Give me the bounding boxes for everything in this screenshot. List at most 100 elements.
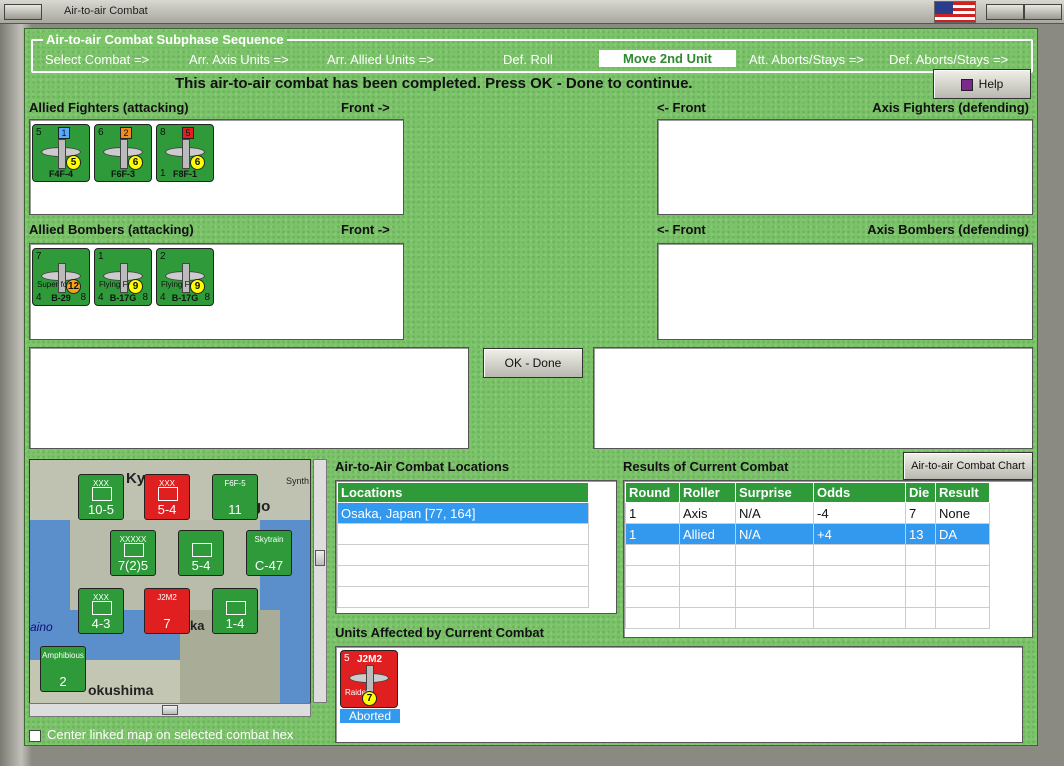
counter-factor: 9 [190,279,205,294]
col-round: Round [625,482,680,503]
result-cell: None [935,502,990,524]
sequence-legend: Air-to-air Combat Subphase Sequence [43,32,287,47]
result-cell: +4 [813,523,906,545]
col-surprise: Surprise [735,482,814,503]
counter-factor: 12 [66,279,81,294]
step-select-combat: Select Combat => [45,52,150,67]
unit-counter[interactable]: 7 Super fort 12 4 B-29 8 [32,248,90,306]
linked-map[interactable]: Ky go Synth ka aino okushima XXX 10-5 XXX… [29,459,311,715]
map-unit[interactable]: F6F-5 11 [212,474,258,520]
unit-value: C-47 [254,558,284,573]
unit-value: 7 [163,616,171,631]
armor-icon [124,543,144,557]
result-row[interactable]: 1 Allied N/A +4 13 DA [625,523,990,545]
step-move-2nd-unit: Move 2nd Unit [599,50,736,67]
ok-done-button[interactable]: OK - Done [483,348,583,378]
axis-fighters-front: <- Front [657,100,706,115]
map-unit[interactable]: Amphibious 2 [40,646,86,692]
axis-bombers-box[interactable] [657,243,1033,340]
axis-fighters-box[interactable] [657,119,1033,215]
counter-top-left: 6 [98,127,104,138]
fighter-icon [349,665,389,695]
paratrooper-icon [192,543,212,557]
map-unit[interactable]: XXX 4-3 [78,588,124,634]
location-row[interactable]: Osaka, Japan [77, 164] [337,502,589,524]
minimize-button[interactable] [986,4,1024,20]
map-unit[interactable]: 1-4 [212,588,258,634]
counter-bottom-right: 8 [204,292,210,303]
allied-fighters-box[interactable]: 5 1 5 F4F-4 6 2 6 F6F-3 8 5 6 1 F8F-1 [29,119,404,215]
result-cell: 1 [625,502,680,524]
status-message: This air-to-air combat has been complete… [175,75,693,92]
counter-factor: 7 [362,691,377,706]
locations-header: Locations [337,482,589,503]
result-row[interactable] [625,544,990,566]
counter-badge: 5 [182,127,194,139]
location-row[interactable] [337,523,589,545]
result-row[interactable] [625,565,990,587]
help-button[interactable]: Help [933,69,1031,99]
location-row[interactable] [337,586,589,608]
combat-dialog: Air-to-air Combat Subphase Sequence Sele… [24,28,1038,746]
result-cell: N/A [735,523,814,545]
map-unit[interactable]: XXX 10-5 [78,474,124,520]
step-arr-allied: Arr. Allied Units => [327,52,434,67]
allied-message-box [29,347,469,449]
location-row[interactable] [337,544,589,566]
affected-unit-counter[interactable]: 5 J2M2 Raiden 7 [340,650,398,708]
counter-top-left: 2 [160,251,166,262]
help-book-icon [960,78,973,91]
scroll-thumb[interactable] [162,705,178,715]
counter-factor: 6 [190,155,205,170]
step-def-aborts: Def. Aborts/Stays => [889,52,1009,67]
help-label: Help [978,77,1004,91]
step-att-aborts: Att. Aborts/Stays => [749,52,864,67]
allied-bombers-box[interactable]: 7 Super fort 12 4 B-29 8 1 Flying Fort 9… [29,243,404,340]
result-row[interactable]: 1 Axis N/A -4 7 None [625,502,990,524]
unit-value: 10-5 [87,502,115,517]
map-horizontal-scrollbar[interactable] [29,703,311,717]
map-label: ka [190,618,205,633]
result-row[interactable] [625,586,990,608]
unit-counter[interactable]: 2 Flying Fort 9 4 B-17G 8 [156,248,214,306]
scroll-thumb[interactable] [315,550,325,566]
map-unit[interactable]: 5-4 [178,530,224,576]
unit-counter[interactable]: 8 5 6 1 F8F-1 [156,124,214,182]
allied-fighters-label: Allied Fighters (attacking) [29,100,189,115]
unit-corps: Skytrain [254,535,284,544]
map-label: Synth [286,476,310,486]
counter-name: F6F-3 [110,169,135,179]
unit-value: 2 [59,674,67,689]
center-map-checkbox[interactable] [29,729,41,742]
map-unit[interactable]: J2M2 7 [144,588,190,634]
map-unit[interactable]: XXXXX 7(2)5 [110,530,156,576]
counter-name: J2M2 [357,654,383,665]
unit-value: 7(2)5 [117,558,149,573]
map-unit[interactable]: Skytrain C-47 [246,530,292,576]
result-cell: N/A [735,502,814,524]
infantry-icon [92,601,112,615]
unit-counter[interactable]: 1 Flying Fort 9 4 B-17G 8 [94,248,152,306]
combat-chart-button[interactable]: Air-to-air Combat Chart [903,452,1033,480]
counter-badge: 1 [58,127,70,139]
map-unit[interactable]: XXX 5-4 [144,474,190,520]
window-titlebar: Air-to-air Combat [0,0,1064,24]
center-map-option[interactable]: Center linked map on selected combat hex [29,727,293,742]
close-button[interactable] [1024,4,1062,20]
map-vertical-scrollbar[interactable] [313,459,327,703]
locations-list[interactable]: Locations Osaka, Japan [77, 164] [335,480,617,614]
result-row[interactable] [625,607,990,629]
axis-bombers-front: <- Front [657,222,706,237]
map-label: okushima [88,682,154,698]
location-row[interactable] [337,565,589,587]
window-menu-button[interactable] [4,4,42,20]
step-arr-axis: Arr. Axis Units => [189,52,289,67]
infantry-icon [92,487,112,501]
allied-bombers-front: Front -> [341,222,390,237]
map-label: Ky [126,470,146,487]
col-result: Result [935,482,990,503]
unit-counter[interactable]: 6 2 6 F6F-3 [94,124,152,182]
unit-counter[interactable]: 5 1 5 F4F-4 [32,124,90,182]
affected-units-box[interactable]: 5 J2M2 Raiden 7 Aborted [335,646,1023,743]
affected-title: Units Affected by Current Combat [335,625,544,640]
